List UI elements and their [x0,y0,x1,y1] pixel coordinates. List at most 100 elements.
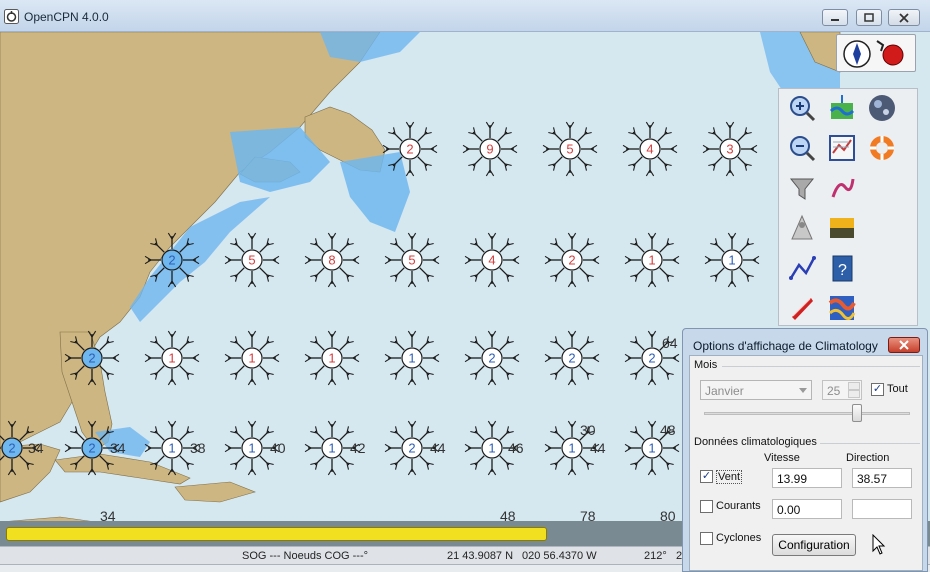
tide-current-button[interactable] [825,91,859,125]
bearing-readout: 212° [644,550,667,562]
speed-header: Vitesse [764,452,800,464]
main-toolbar: ? [778,88,918,326]
filter-button[interactable] [785,171,819,205]
day-spinner[interactable]: 25 [822,380,862,400]
mouse-cursor-icon [872,534,886,555]
wind-rose-label: 1 [168,441,175,456]
direction-header: Direction [846,452,890,464]
help-book-icon: ? [832,255,853,282]
day-slider-handle[interactable] [852,404,862,422]
wind-rose-label: 5 [408,253,415,268]
wind-rose-label: 1 [488,441,495,456]
currents-direction-field[interactable] [852,499,912,519]
route-manager-button[interactable] [825,131,859,165]
data-group-divider [820,443,920,444]
dialog-close-button[interactable] [888,337,920,353]
wind-rose-label: 3 [726,142,733,157]
configuration-button[interactable]: Configuration [772,534,856,556]
cyclones-checkbox[interactable] [700,532,713,545]
wind-rose-label: 1 [328,351,335,366]
wind-rose-label: 4 [488,253,495,268]
close-icon [899,340,909,350]
month-group-divider [722,366,920,367]
minimize-icon [831,18,839,21]
wind-rose-label: 2 [568,351,575,366]
current-number-label: 46 [508,440,524,456]
globe-button[interactable] [865,91,899,125]
route-chart-icon [829,135,855,161]
spinner-down-arrow[interactable] [848,390,860,398]
wind-rose-label: 1 [568,441,575,456]
wind-rose-label: 1 [648,253,655,268]
wind-rose-label: 1 [648,441,655,456]
sunset-icon [830,218,854,238]
all-checkbox[interactable]: ✓ [871,383,884,396]
compass-icon [843,40,904,68]
zoom-in-icon [790,96,816,122]
currents-label: Courants [716,500,761,512]
boat-icon [792,298,813,320]
help-button[interactable]: ? [825,251,859,285]
currents-checkbox[interactable] [700,500,713,513]
man-overboard-button[interactable] [865,131,899,165]
current-number-label: 42 [350,440,366,456]
wind-label: Vent [716,470,743,484]
wind-rose-label: 2 [408,441,415,456]
wind-rose-label: 9 [486,142,493,157]
wind-rose-label: 2 [568,253,575,268]
ais-target-button[interactable] [785,211,819,245]
gps-compass-widget[interactable] [836,34,916,72]
window-title: OpenCPN 4.0.0 [24,10,109,24]
wind-rose-label: 1 [168,351,175,366]
wind-rose-label: 2 [406,142,413,157]
dialog-title: Options d'affichage de Climatology [693,339,878,353]
window-title-bar: OpenCPN 4.0.0 [0,0,930,32]
wind-rose-label: 2 [88,441,95,456]
wind-checkbox[interactable]: ✓ [700,470,713,483]
wind-speed-field[interactable]: 13.99 [772,468,842,488]
latitude-readout: 21 43.9087 N [447,550,514,562]
tide-icon [829,95,855,119]
current-number-label: 30 [580,422,596,438]
month-select-value: Janvier [705,384,744,398]
current-number-label: 48 [660,422,676,438]
wind-rose-label: 4 [646,142,653,157]
current-number-label: 64 [662,335,678,351]
cyclones-label: Cyclones [716,532,762,544]
ownship-button[interactable] [785,291,819,325]
wind-rose-label: 5 [248,253,255,268]
minimize-button[interactable] [822,9,848,26]
longitude-readout: 020 56.4370 W [522,550,597,562]
month-select[interactable]: Janvier [700,380,812,400]
globe-icon [869,95,895,121]
route-create-button[interactable] [785,251,819,285]
spinner-up-arrow[interactable] [848,382,860,390]
wind-rose-label: 8 [328,253,335,268]
current-number-label: 34 [110,440,126,456]
climatology-button[interactable] [825,291,859,325]
wind-direction-field[interactable]: 38.57 [852,468,912,488]
wind-rose-label: 2 [648,351,655,366]
wind-rose-label: 2 [8,441,15,456]
zoom-out-button[interactable] [785,131,819,165]
lifebuoy-icon [870,136,894,160]
track-icon [831,178,855,198]
month-group-label: Mois [694,359,718,371]
current-number-label: 44 [430,440,446,456]
dialog-body: Mois Janvier 25 ✓ Tout Données climatolo… [689,355,923,571]
wind-rose-label: 1 [248,441,255,456]
zoom-in-button[interactable] [785,91,819,125]
climatology-options-dialog: Options d'affichage de Climatology Mois … [682,328,928,572]
track-button[interactable] [825,171,859,205]
day-slider-track[interactable] [704,412,910,415]
wind-rose-label: 2 [88,351,95,366]
close-window-button[interactable] [888,9,920,26]
currents-speed-field[interactable]: 0.00 [772,499,842,519]
color-scheme-button[interactable] [825,211,859,245]
maximize-button[interactable] [856,9,882,26]
data-group-label: Données climatologiques [694,436,817,448]
wind-rose-label: 2 [488,351,495,366]
chevron-down-icon [799,388,807,393]
svg-text:?: ? [838,262,847,279]
current-number-label: 38 [190,440,206,456]
